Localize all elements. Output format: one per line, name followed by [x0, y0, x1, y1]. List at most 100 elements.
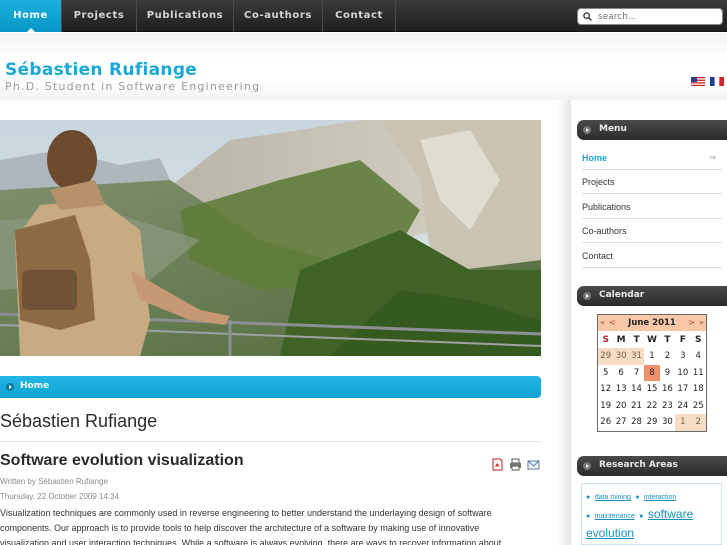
calendar-day[interactable]: 9: [660, 365, 675, 382]
sidebar-item-contact[interactable]: Contact: [582, 244, 722, 268]
calendar-weekday-row: S M T W T F S: [598, 331, 706, 348]
tag-link[interactable]: interaction: [644, 494, 676, 501]
calendar-day[interactable]: 10: [675, 365, 690, 382]
calendar-grid: S M T W T F S 29 30 31 1 2 3 4 5 6 7 8 9…: [598, 331, 706, 431]
calendar-day[interactable]: 20: [613, 398, 628, 415]
nav-co-authors[interactable]: Co-authors: [234, 0, 323, 32]
weekday-label: F: [679, 334, 686, 345]
calendar-day[interactable]: 5: [598, 365, 613, 382]
french-flag-icon[interactable]: [710, 77, 724, 86]
calendar-day[interactable]: 29: [598, 348, 614, 365]
calendar-day[interactable]: 21: [629, 398, 644, 415]
calendar-day[interactable]: 23: [660, 398, 675, 415]
tag-cloud: ● data mining ● interaction ● maintenanc…: [581, 483, 722, 545]
weekday-label: W: [647, 334, 657, 345]
calendar-day[interactable]: 28: [629, 414, 644, 431]
research-box-header: Research Areas: [577, 456, 727, 476]
menu-box-header: Menu: [577, 120, 727, 140]
weekday-label: T: [633, 334, 640, 345]
sidebar-item-label: Home: [582, 153, 608, 163]
research-box-title: Research Areas: [599, 460, 678, 470]
calendar-day[interactable]: 25: [691, 398, 706, 415]
article-body: Visualization techniques are commonly us…: [0, 506, 541, 545]
tag-bullet-icon: ●: [586, 513, 591, 520]
site-title[interactable]: Sébastien Rufiange: [5, 60, 197, 80]
sidebar-item-home[interactable]: Home ⇒: [582, 146, 722, 170]
calendar-day[interactable]: 15: [644, 381, 659, 398]
nav-contact[interactable]: Contact: [323, 0, 396, 32]
calendar-day[interactable]: 30: [613, 348, 629, 365]
pdf-icon[interactable]: [491, 458, 504, 471]
nav-projects[interactable]: Projects: [62, 0, 137, 32]
calendar-day[interactable]: 11: [691, 365, 706, 382]
tag-link[interactable]: maintenance: [595, 513, 635, 520]
tag-link[interactable]: software evolution: [586, 507, 693, 540]
calendar-day[interactable]: 3: [675, 348, 690, 365]
calendar-box-header: Calendar: [577, 286, 727, 306]
nav-home[interactable]: Home: [0, 0, 62, 33]
calendar-day[interactable]: 17: [675, 381, 690, 398]
calendar-day[interactable]: 31: [628, 348, 645, 365]
calendar-day[interactable]: 29: [644, 414, 659, 431]
page-title: Sébastien Rufiange: [0, 411, 158, 431]
hero-mountain-photo: [0, 120, 541, 356]
calendar-day[interactable]: 7: [629, 365, 644, 382]
calendar-day[interactable]: 22: [644, 398, 659, 415]
calendar-arrow-icon: [583, 292, 591, 300]
calendar-day[interactable]: 16: [660, 381, 675, 398]
calendar-day[interactable]: 2: [690, 414, 706, 431]
calendar-day[interactable]: 12: [598, 381, 613, 398]
calendar-day[interactable]: 2: [660, 348, 675, 365]
calendar-day-today[interactable]: 8: [644, 364, 660, 381]
sidebar-item-co-authors[interactable]: Co-authors: [582, 219, 722, 243]
calendar-day[interactable]: 1: [644, 348, 659, 365]
page: { "nav": { "items": ["Home", "Projects",…: [0, 0, 727, 545]
calendar-next-month[interactable]: >: [688, 315, 695, 331]
print-icon[interactable]: [509, 458, 522, 471]
sidebar-item-publications[interactable]: Publications: [582, 195, 722, 219]
calendar-week: 29 30 31 1 2 3 4: [598, 348, 706, 365]
weekday-label: M: [616, 334, 626, 345]
search-input[interactable]: [598, 10, 718, 23]
breadcrumb: Home: [0, 376, 541, 398]
article-date: Thursday, 22 October 2009 14:34: [0, 492, 120, 501]
calendar-day[interactable]: 24: [675, 398, 690, 415]
calendar-week: 12 13 14 15 16 17 18: [598, 381, 706, 398]
calendar-day[interactable]: 1: [675, 414, 691, 431]
calendar-day[interactable]: 27: [613, 414, 628, 431]
tag-link[interactable]: data mining: [595, 494, 631, 501]
article-author: Written by Sébastien Rufiange: [0, 477, 108, 486]
weekday-label: S: [602, 334, 609, 345]
divider: [0, 441, 541, 442]
breadcrumb-arrow-icon: [6, 383, 14, 391]
menu-box-title: Menu: [599, 124, 627, 134]
article-body-line: components. Our approach is to provide t…: [0, 523, 480, 533]
research-arrow-icon: [583, 462, 591, 470]
calendar-day[interactable]: 14: [629, 381, 644, 398]
sidebar-item-projects[interactable]: Projects: [582, 170, 722, 194]
calendar-day[interactable]: 13: [613, 381, 628, 398]
breadcrumb-home[interactable]: Home: [20, 381, 49, 391]
calendar-week: 5 6 7 8 9 10 11: [598, 364, 706, 382]
calendar-box-title: Calendar: [599, 290, 645, 300]
calendar-day[interactable]: 30: [660, 414, 675, 431]
site-subtitle: Ph.D. Student in Software Engineering: [5, 80, 261, 93]
menu-arrow-icon: [583, 126, 591, 134]
search-icon: [583, 12, 592, 21]
calendar-next-year[interactable]: »: [699, 315, 704, 331]
calendar-day[interactable]: 6: [613, 365, 628, 382]
weekday-label: T: [664, 334, 671, 345]
email-icon[interactable]: [527, 458, 540, 471]
calendar-day[interactable]: 26: [598, 414, 613, 431]
article-body-line: visualization and user interaction techn…: [0, 538, 502, 545]
calendar-day[interactable]: 19: [598, 398, 613, 415]
article-title: Software evolution visualization: [0, 452, 244, 469]
english-flag-icon[interactable]: [691, 77, 705, 86]
calendar-week: 26 27 28 29 30 1 2: [598, 414, 706, 431]
calendar-header: « < June 2011 > »: [598, 315, 706, 331]
nav-publications[interactable]: Publications: [137, 0, 234, 32]
double-arrow-icon: ⇒: [709, 153, 716, 162]
calendar-day[interactable]: 4: [691, 348, 706, 365]
tag-bullet-icon: ●: [639, 513, 644, 520]
calendar-day[interactable]: 18: [691, 381, 706, 398]
